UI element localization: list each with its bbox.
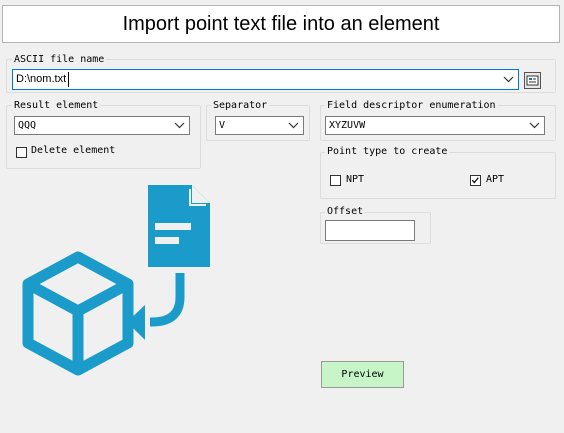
cube-icon	[22, 251, 134, 376]
point-type-label: Point type to create	[325, 146, 450, 157]
npt-checkbox[interactable]	[330, 175, 341, 186]
offset-label: Offset	[325, 206, 366, 217]
chevron-down-icon[interactable]	[288, 121, 299, 129]
chevron-down-icon[interactable]	[529, 121, 540, 129]
offset-input[interactable]	[325, 220, 415, 241]
field-descriptor-value: XYZUVW	[329, 120, 366, 131]
checkmark-icon	[471, 177, 479, 184]
apt-checkbox[interactable]	[470, 175, 481, 186]
result-element-label: Result element	[12, 100, 101, 111]
separator-combo[interactable]: V	[215, 116, 304, 135]
npt-label: NPT	[346, 174, 365, 185]
chevron-down-icon[interactable]	[503, 75, 514, 83]
separator-value: V	[219, 120, 226, 131]
result-element-value: QQQ	[18, 120, 37, 131]
import-illustration-icon	[22, 185, 210, 376]
separator-label: Separator	[211, 100, 270, 111]
result-element-group	[6, 105, 201, 169]
field-descriptor-combo[interactable]: XYZUVW	[325, 116, 545, 135]
dialog-title: Import point text file into an element	[2, 5, 560, 43]
ascii-file-combo[interactable]: D:\nom.txt	[12, 69, 519, 90]
ascii-file-value: D:\nom.txt	[16, 73, 67, 85]
apt-label: APT	[486, 174, 505, 185]
file-browse-icon	[526, 75, 539, 86]
delete-element-checkbox[interactable]	[16, 147, 27, 158]
field-descriptor-label: Field descriptor enumeration	[325, 100, 498, 111]
text-cursor	[68, 72, 69, 87]
result-element-combo[interactable]: QQQ	[14, 116, 190, 135]
delete-element-label: Delete element	[31, 145, 116, 156]
arrow-icon	[150, 273, 185, 327]
preview-button-label: Preview	[341, 369, 384, 380]
chevron-down-icon[interactable]	[174, 121, 185, 129]
preview-button[interactable]: Preview	[321, 361, 404, 388]
ascii-file-label: ASCII file name	[12, 54, 107, 65]
file-browse-button[interactable]	[524, 72, 541, 89]
